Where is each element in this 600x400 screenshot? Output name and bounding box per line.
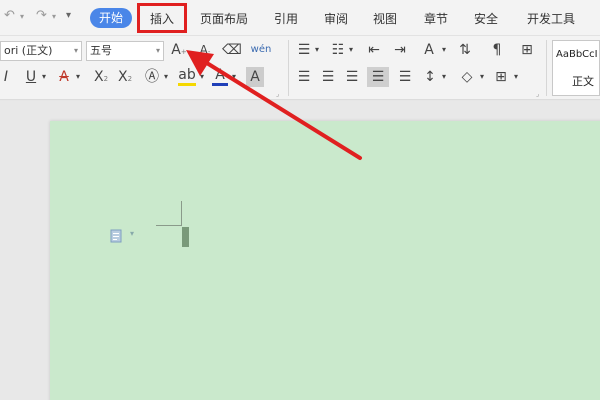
tab-references[interactable]: 引用 [274,10,298,27]
shading-dropdown-icon[interactable]: ▾ [478,67,486,87]
text-effect-icon[interactable]: Ⓐ [144,67,160,87]
underline-dropdown-icon[interactable]: ▾ [40,67,48,87]
font-dialog-launcher-icon[interactable]: ⌟ [276,90,279,98]
document-workspace: ▾ [0,101,600,400]
paste-options-dropdown-icon[interactable]: ▾ [130,229,134,238]
borders-dropdown-icon[interactable]: ▾ [512,67,520,87]
chevron-down-icon: ▾ [73,46,78,55]
align-center-icon[interactable]: ☰ [320,67,336,87]
justify-icon[interactable]: ☰ [367,67,389,87]
highlight-color-icon[interactable]: ab [178,67,196,86]
margin-corner-mark [181,201,182,226]
tab-page-layout[interactable]: 页面布局 [200,10,248,27]
numbered-list-icon[interactable]: ☷ [330,40,346,60]
numbered-dropdown-icon[interactable]: ▾ [347,40,355,60]
table-icon[interactable]: ⊞ [518,40,536,60]
tab-chapter[interactable]: 章节 [424,10,448,27]
bullet-dropdown-icon[interactable]: ▾ [313,40,321,60]
ribbon-home: ori (正文) ▾ 五号 ▾ A+ A- ⌫ wén I U ▾ A ▾ X2… [0,36,600,100]
font-size-value: 五号 [90,44,112,57]
highlight-dropdown-icon[interactable]: ▾ [198,67,206,87]
paste-options-icon[interactable] [110,229,122,243]
undo-icon[interactable]: ↶ [4,8,15,23]
superscript-icon[interactable]: X2 [92,67,110,89]
subscript-icon[interactable]: X2 [116,67,134,89]
ribbon-divider [288,40,289,96]
sort-icon[interactable]: ⇅ [456,40,474,60]
strikethrough-dropdown-icon[interactable]: ▾ [74,67,82,87]
text-direction-dropdown-icon[interactable]: ▾ [440,40,448,60]
underline-icon[interactable]: U [24,67,38,87]
text-cursor [182,227,189,247]
distributed-align-icon[interactable]: ☰ [396,67,414,87]
ribbon-divider [546,40,547,96]
tab-review[interactable]: 审阅 [324,10,348,27]
italic-icon[interactable]: I [0,67,12,87]
text-effect-dropdown-icon[interactable]: ▾ [162,67,170,87]
line-spacing-icon[interactable]: ↕ [422,67,438,87]
font-name-select[interactable]: ori (正文) ▾ [0,41,82,61]
tab-security[interactable]: 安全 [474,10,498,27]
font-name-value: ori (正文) [4,44,53,57]
tab-developer-tools[interactable]: 开发工具 [527,10,575,27]
align-right-icon[interactable]: ☰ [344,67,360,87]
decrease-font-size-icon[interactable]: A- [196,40,214,62]
annotation-highlight-box [137,3,187,33]
shading-icon[interactable]: ◇ [458,67,476,87]
increase-font-size-icon[interactable]: A+ [170,40,188,62]
font-color-icon[interactable]: A [212,67,228,86]
clear-format-icon[interactable]: ⌫ [222,40,242,60]
style-normal[interactable]: AaBbCcI 正文 [552,40,600,96]
margin-corner-mark [156,225,182,226]
character-shading-icon[interactable]: A [246,67,264,87]
undo-dropdown-icon[interactable]: ▾ [20,12,24,21]
show-marks-icon[interactable]: ¶ [488,40,506,60]
increase-indent-icon[interactable]: ⇥ [392,40,408,60]
style-sample-text: AaBbCcI [556,49,598,60]
style-name-label: 正文 [572,75,594,88]
font-color-dropdown-icon[interactable]: ▾ [230,67,238,87]
strikethrough-icon[interactable]: A [56,67,72,87]
decrease-indent-icon[interactable]: ⇤ [366,40,382,60]
redo-dropdown-icon[interactable]: ▾ [52,12,56,21]
document-page[interactable]: ▾ [50,121,600,400]
chevron-down-icon: ▾ [155,46,160,55]
bullet-list-icon[interactable]: ☰ [296,40,312,60]
align-left-icon[interactable]: ☰ [296,67,312,87]
line-spacing-dropdown-icon[interactable]: ▾ [440,67,448,87]
menu-bar: ↶ ▾ ↷ ▾ ▾ 开始 插入 页面布局 引用 审阅 视图 章节 安全 开发工具 [0,0,600,36]
tab-home[interactable]: 开始 [90,8,132,28]
redo-icon[interactable]: ↷ [36,8,47,23]
text-direction-icon[interactable]: A [420,40,438,60]
borders-icon[interactable]: ⊞ [492,67,510,87]
font-size-select[interactable]: 五号 ▾ [86,41,164,61]
tab-view[interactable]: 视图 [373,10,397,27]
paragraph-dialog-launcher-icon[interactable]: ⌟ [536,90,539,98]
phonetic-guide-icon[interactable]: wén [249,40,273,60]
quick-access-dropdown-icon[interactable]: ▾ [66,10,71,21]
